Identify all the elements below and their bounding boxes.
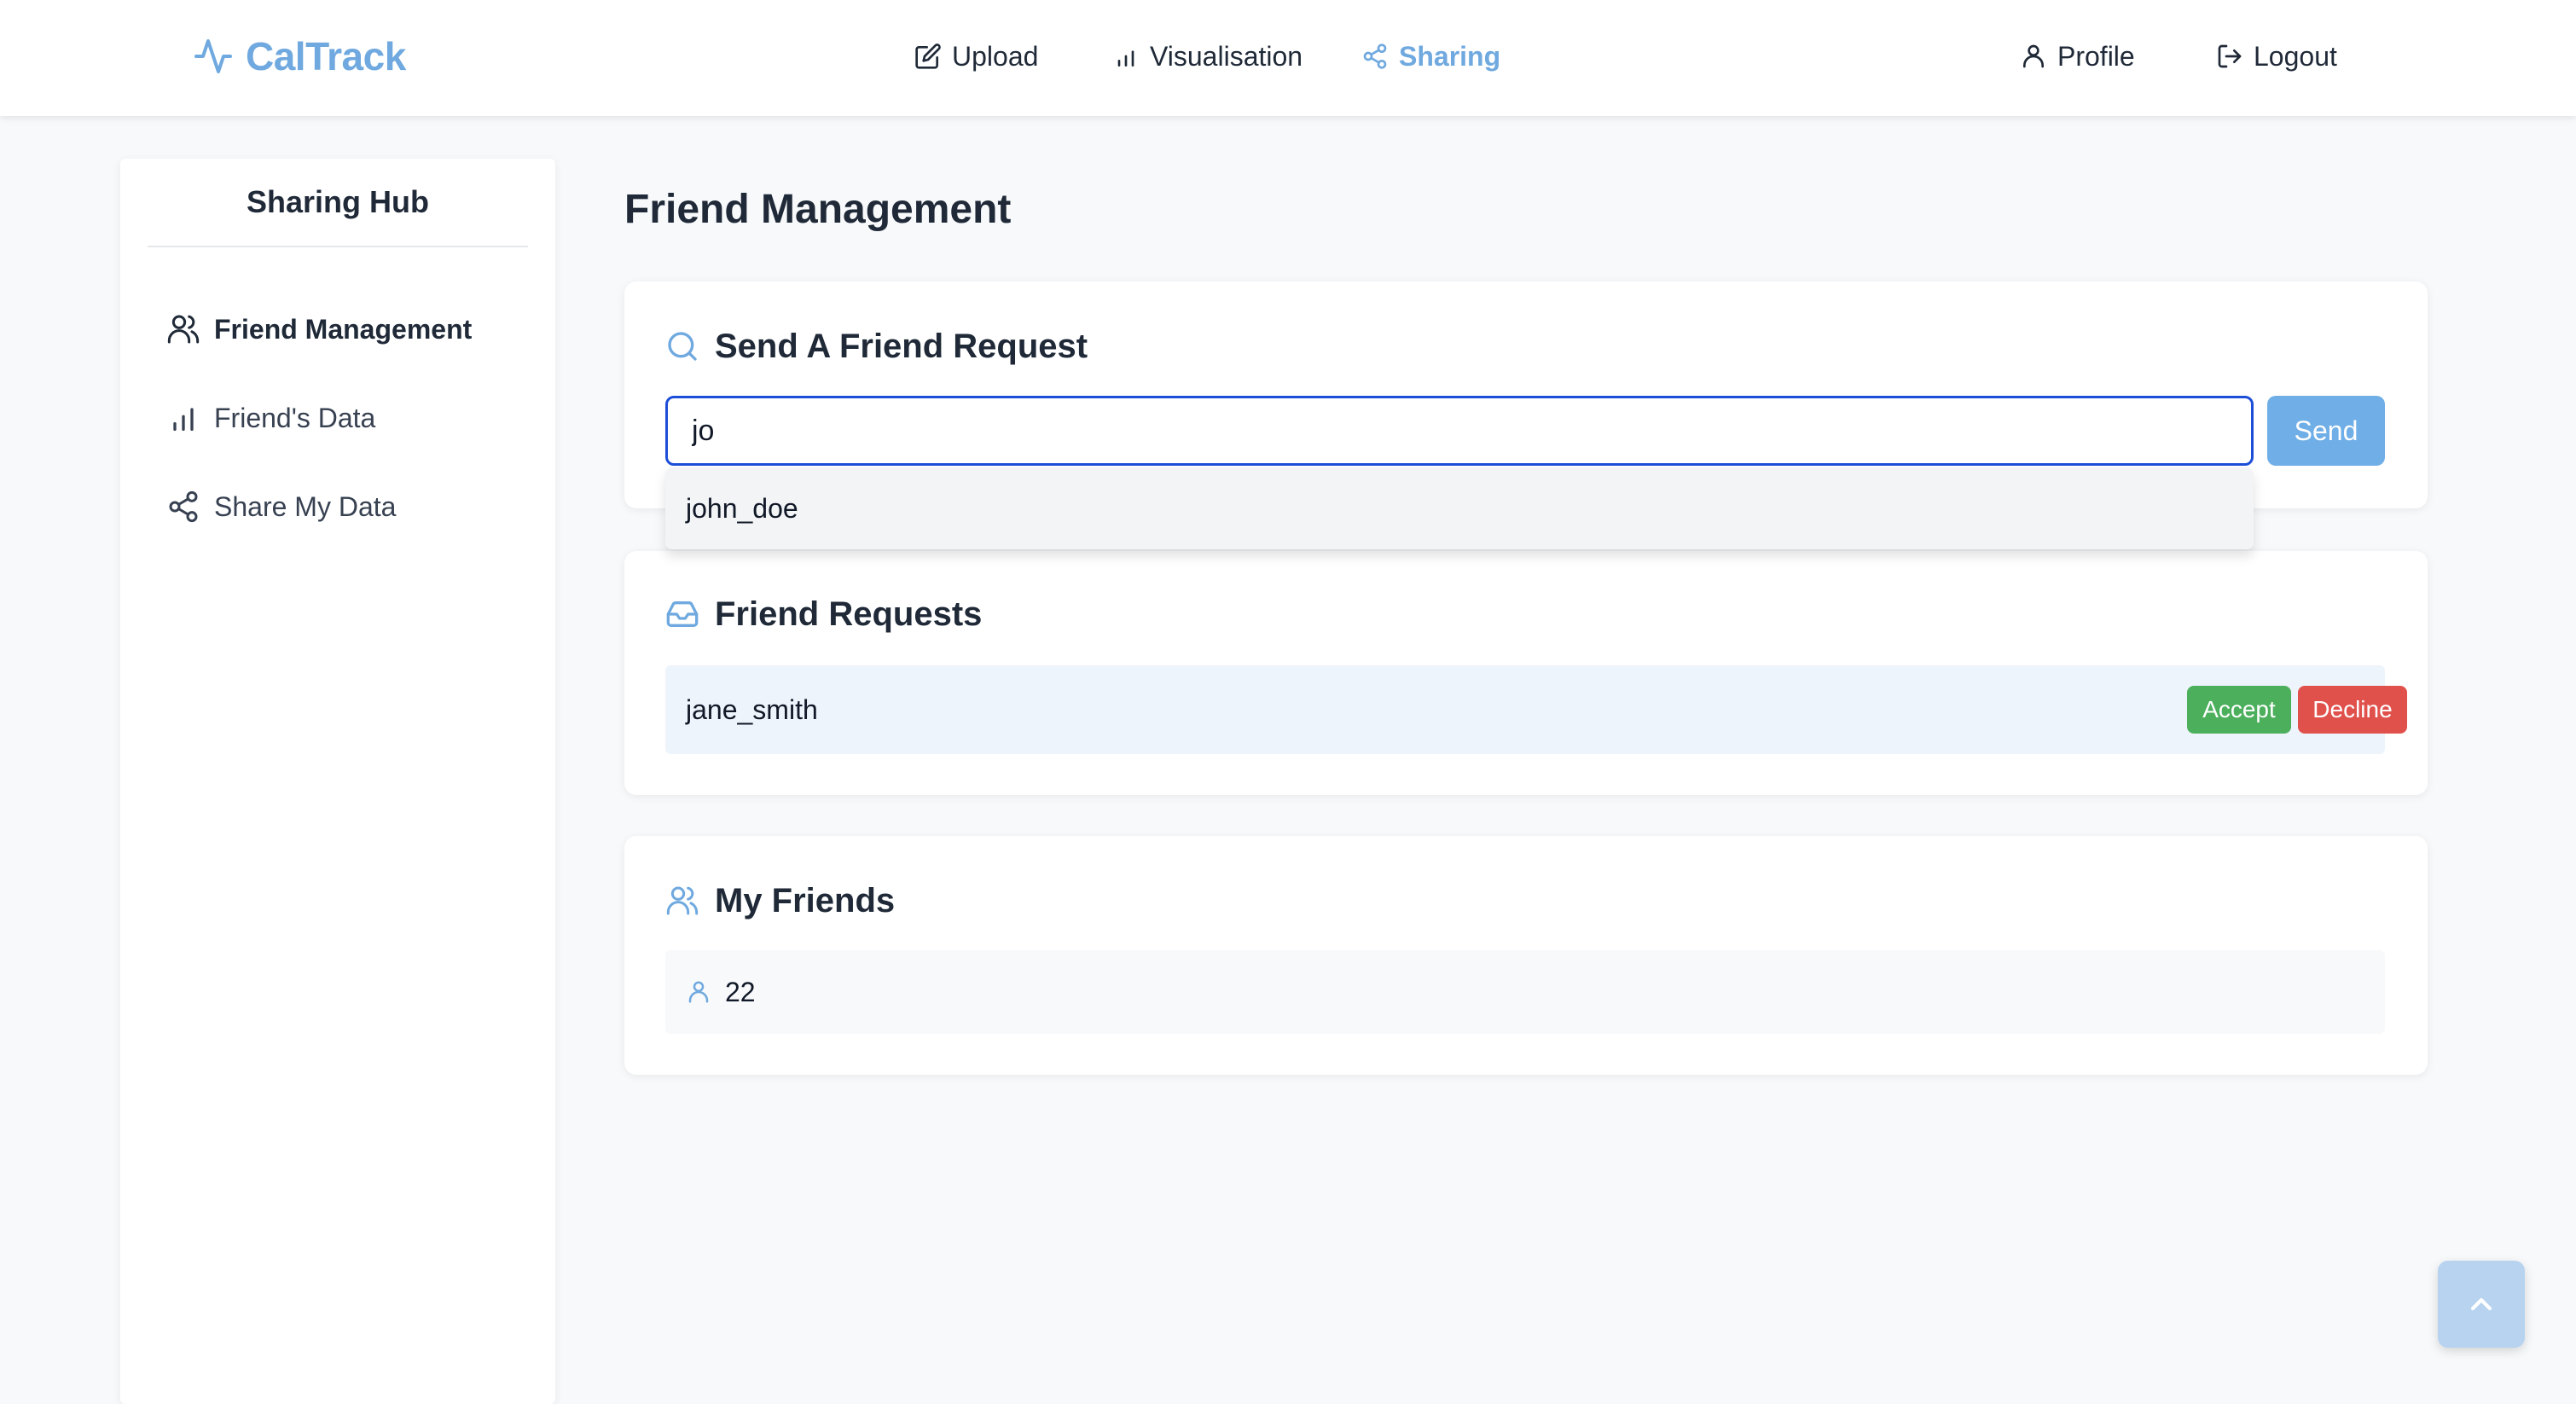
suggestion-item[interactable]: john_doe: [686, 467, 798, 549]
friend-requests-heading: Friend Requests: [665, 589, 982, 640]
sidebar-item-share-my-data[interactable]: Share My Data: [166, 481, 525, 532]
friend-search-input[interactable]: [665, 396, 2254, 466]
my-friends-heading: My Friends: [665, 875, 895, 926]
nav-visualisation[interactable]: Visualisation: [1112, 32, 1303, 80]
nav-profile[interactable]: Profile: [2020, 32, 2135, 80]
sidebar: Sharing Hub Friend Management Friend's D…: [120, 159, 555, 1404]
edit-square-icon: [915, 44, 941, 69]
my-friends-card: My Friends 22: [624, 836, 2428, 1075]
nav-sharing[interactable]: Sharing: [1361, 32, 1500, 80]
decline-button[interactable]: Decline: [2298, 686, 2407, 734]
search-icon: [668, 332, 697, 361]
share-icon: [1363, 44, 1387, 69]
friend-request-row: jane_smith Accept Decline: [665, 665, 2407, 754]
my-friends-title: My Friends: [715, 881, 896, 920]
sidebar-title: Sharing Hub: [148, 159, 528, 247]
brand-logo[interactable]: CalTrack: [193, 26, 406, 87]
nav-sharing-label: Sharing: [1399, 40, 1501, 72]
nav-profile-label: Profile: [2057, 40, 2135, 72]
nav-visualisation-label: Visualisation: [1150, 40, 1303, 72]
nav-upload[interactable]: Upload: [914, 32, 1038, 80]
sidebar-item-label: Friend's Data: [214, 402, 376, 433]
sidebar-item-label: Friend Management: [214, 313, 473, 345]
logout-icon: [2218, 44, 2242, 68]
friend-username: 22: [725, 976, 756, 1007]
activity-pulse-icon: [194, 39, 232, 73]
friend-list-item[interactable]: 22: [665, 950, 2385, 1034]
share-icon: [169, 490, 198, 523]
request-username: jane_smith: [686, 693, 818, 725]
sidebar-item-friend-management[interactable]: Friend Management: [166, 304, 525, 355]
users-icon: [666, 886, 699, 915]
top-navbar: CalTrack Upload Visualisation Sharing Pr…: [0, 0, 2576, 116]
friend-requests-card: Friend Requests jane_smith Accept Declin…: [624, 551, 2428, 795]
brand-name: CalTrack: [246, 34, 406, 78]
suggestion-dropdown: john_doe: [665, 467, 2254, 549]
send-request-title: Send A Friend Request: [715, 327, 1088, 365]
sidebar-item-label: Share My Data: [214, 490, 397, 522]
inbox-icon: [666, 601, 699, 627]
friend-requests-title: Friend Requests: [715, 595, 983, 633]
send-button[interactable]: Send: [2267, 396, 2385, 466]
user-icon: [688, 981, 709, 1003]
bar-chart-icon: [1117, 50, 1134, 67]
accept-button[interactable]: Accept: [2187, 686, 2291, 734]
user-icon: [2023, 44, 2044, 68]
nav-logout-label: Logout: [2254, 40, 2337, 72]
sidebar-item-friends-data[interactable]: Friend's Data: [166, 392, 525, 444]
send-request-heading: Send A Friend Request: [665, 321, 1088, 372]
bar-chart-icon: [173, 408, 194, 431]
nav-upload-label: Upload: [952, 40, 1039, 72]
users-icon: [167, 315, 200, 344]
chevron-up-icon: [2470, 1297, 2492, 1311]
scroll-to-top-button[interactable]: [2438, 1261, 2525, 1348]
nav-logout[interactable]: Logout: [2216, 32, 2337, 80]
page-title: Friend Management: [624, 187, 1012, 232]
